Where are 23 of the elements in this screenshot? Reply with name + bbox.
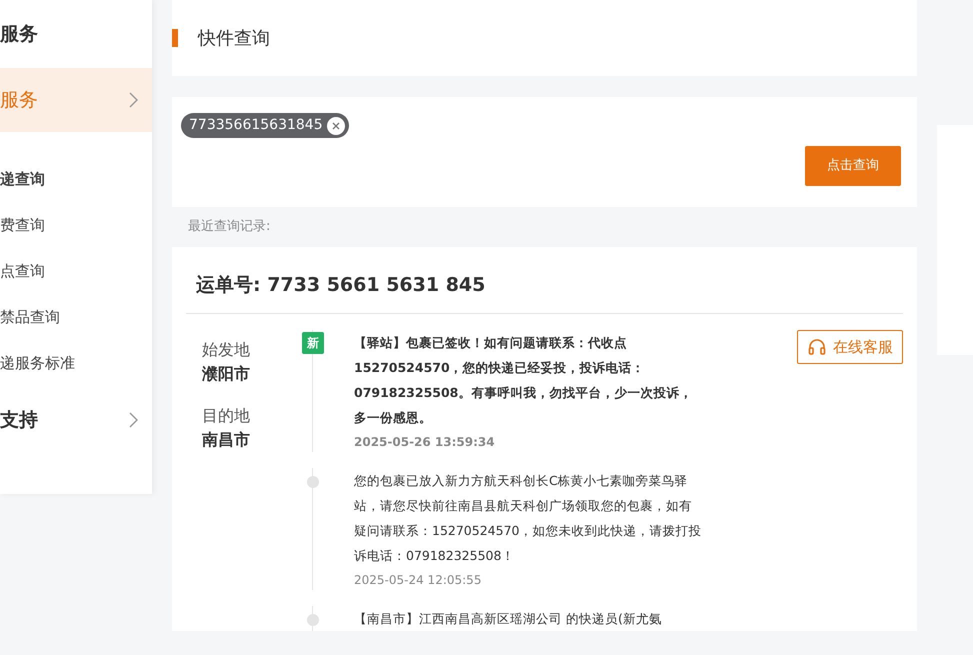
location-label: 始发地	[202, 339, 251, 361]
location-label: 目的地	[202, 405, 251, 427]
event-time: 2025-05-24 12:05:55	[354, 572, 482, 589]
sidebar-item[interactable]: 递查询	[0, 156, 152, 202]
location-value: 濮阳市	[202, 363, 251, 385]
sidebar-item[interactable]: 点查询	[0, 248, 152, 294]
tracking-tag[interactable]: 773356615631845	[181, 113, 349, 138]
new-badge: 新	[302, 332, 324, 354]
event-text: 您的包裹已放入新力方航天科创长C栋黄小七素咖旁菜鸟驿站，请您尽快前往南昌县航天科创广场领取您的包裹，如有疑问请联系：15270524570，如您未收到此快递，请拨打投诉电话：079182325508！	[354, 472, 702, 565]
event-time: 2025-05-26 13:59:34	[354, 434, 496, 451]
page-title: 快件查询	[198, 26, 270, 50]
sidebar-group[interactable]: 支持	[0, 386, 152, 454]
event-text: 【驿站】包裹已签收！如有问题请联系：代收点15270524570，您的快递已经妥投，投诉电话：079182325508。有事呼叫我，勿找平台，少一次投诉，多一份感恩。	[354, 334, 694, 427]
waybill-heading: 运单号: 7733 5661 5631 845	[186, 262, 903, 314]
recent-label: 最近查询记录:	[187, 218, 272, 236]
event-text: 【南昌市】江西南昌高新区瑶湖公司 的快递员(新尤氨	[354, 610, 663, 628]
accent-bar	[172, 29, 178, 47]
headset-icon	[807, 337, 827, 357]
location-value: 南昌市	[202, 429, 251, 451]
sidebar-item[interactable]: 递服务标准	[0, 340, 152, 386]
sidebar-item[interactable]: 禁品查询	[0, 294, 152, 340]
clear-icon[interactable]	[326, 116, 345, 134]
sidebar-item[interactable]: 费查询	[0, 202, 152, 248]
